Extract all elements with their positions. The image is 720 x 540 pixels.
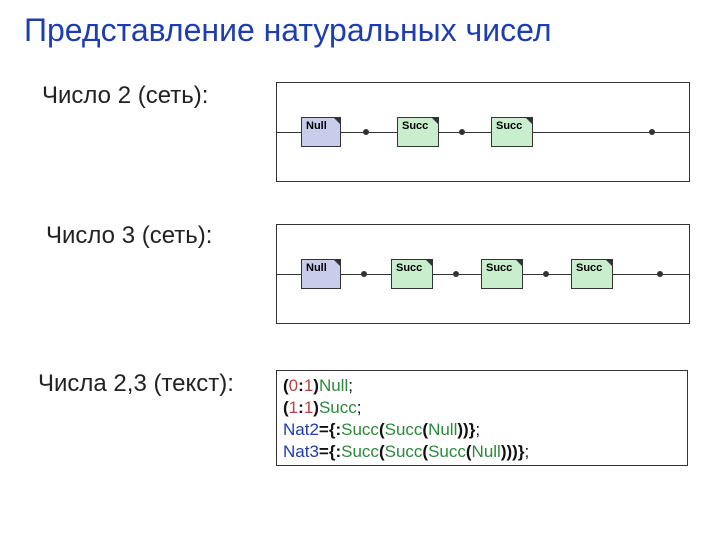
net-box-3: Null Succ Succ Succ <box>276 224 690 324</box>
net-box-2: Null Succ Succ <box>276 82 690 182</box>
code-line-2: (1:1)Succ; <box>283 397 681 419</box>
node-succ: Succ <box>571 259 613 289</box>
node-succ: Succ <box>491 117 533 147</box>
node-succ: Succ <box>481 259 523 289</box>
node-null: Null <box>301 117 341 147</box>
node-label: Succ <box>396 262 422 274</box>
node-label: Succ <box>496 120 522 132</box>
node-label: Null <box>306 262 327 274</box>
label-num3: Число 3 (сеть): <box>46 222 212 250</box>
code-line-1: (0:1)Null; <box>283 375 681 397</box>
chain-3: Null Succ Succ Succ <box>277 259 689 289</box>
label-text: Числа 2,3 (текст): <box>38 370 234 398</box>
page-title: Представление натуральных чисел <box>24 12 552 49</box>
code-line-3: Nat2={:Succ(Succ(Null))}; <box>283 419 681 441</box>
code-line-4: Nat3={:Succ(Succ(Succ(Null)))}; <box>283 441 681 463</box>
label-num2: Число 2 (сеть): <box>42 82 208 110</box>
node-succ: Succ <box>391 259 433 289</box>
node-label: Succ <box>486 262 512 274</box>
code-box: (0:1)Null; (1:1)Succ; Nat2={:Succ(Succ(N… <box>276 370 688 466</box>
node-label: Null <box>306 120 327 132</box>
node-label: Succ <box>402 120 428 132</box>
chain-2: Null Succ Succ <box>277 117 689 147</box>
node-succ: Succ <box>397 117 439 147</box>
node-label: Succ <box>576 262 602 274</box>
node-null: Null <box>301 259 341 289</box>
